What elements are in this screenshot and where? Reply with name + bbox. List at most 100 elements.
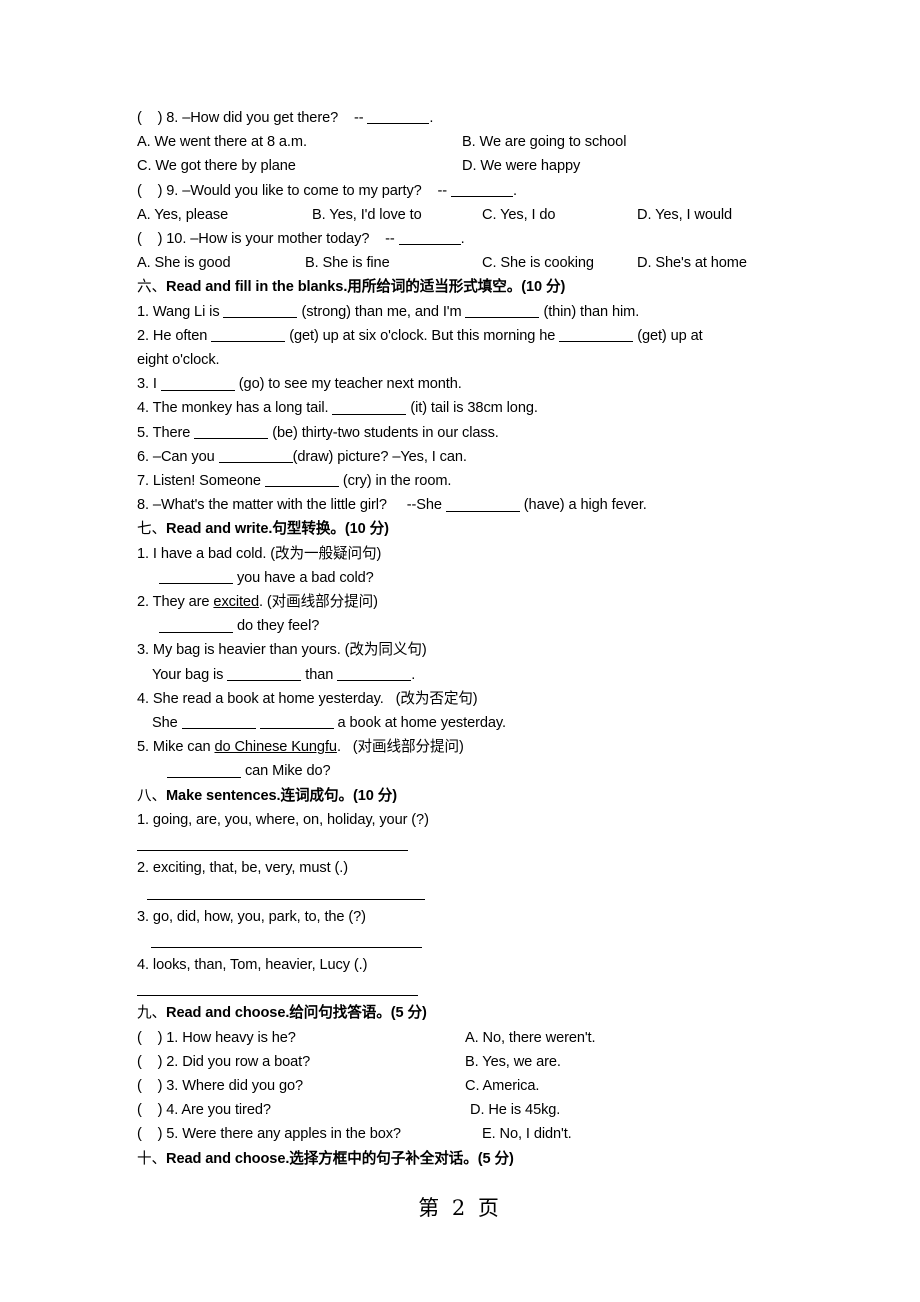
- question-9-blank[interactable]: [450, 182, 513, 198]
- section-6-item-7: 7. Listen! Someone (cry) in the room.: [137, 469, 787, 493]
- question-10-stem-prefix: ( ) 10. –How is your mother today? --: [137, 230, 399, 247]
- section-6-item-7-text-a: 7. Listen! Someone: [137, 472, 265, 489]
- question-9-option-b[interactable]: B. Yes, I'd love to: [312, 203, 422, 227]
- section-7-item-4-blank-2[interactable]: [259, 715, 334, 730]
- section-6-item-6-text-b: (draw) picture? –Yes, I can.: [292, 448, 467, 465]
- question-9-options-row-1: A. Yes, please B. Yes, I'd love to C. Ye…: [137, 203, 787, 227]
- question-8-blank[interactable]: [367, 110, 430, 125]
- section-7-item-3-answer: Your bag is than .: [137, 663, 787, 687]
- section-7-item-2-answer-text: do they feel?: [233, 618, 320, 635]
- question-8-option-b[interactable]: B. We are going to school: [462, 130, 626, 154]
- section-7-item-2-blank[interactable]: [159, 618, 233, 633]
- section-9-points: (5 分): [390, 1005, 427, 1022]
- section-7-item-5-blank[interactable]: [167, 763, 241, 778]
- section-8-item-4-prompt: 4. looks, than, Tom, heavier, Lucy (.): [137, 957, 368, 973]
- section-8-item-1-answer-line[interactable]: [137, 832, 787, 856]
- section-6-item-2-blank-2[interactable]: [559, 327, 634, 343]
- section-9-title-en: Read and choose.: [166, 1005, 290, 1022]
- section-7-item-1-blank[interactable]: [159, 569, 233, 585]
- exam-page: ( ) 8. –How did you get there? -- . A. W…: [0, 0, 920, 1302]
- question-10-option-d[interactable]: D. She's at home: [637, 251, 747, 275]
- section-8-title-cn: 连词成句。: [280, 787, 354, 804]
- answer-rule: [147, 898, 425, 900]
- question-10-stem: ( ) 10. –How is your mother today? -- .: [137, 227, 787, 251]
- section-6-heading: 六、Read and fill in the blanks.用所给词的适当形式填…: [137, 275, 787, 299]
- section-6-item-3-blank-1[interactable]: [160, 376, 235, 391]
- section-9-answer-e[interactable]: E. No, I didn't.: [482, 1122, 572, 1146]
- section-9-question-3[interactable]: ( ) 3. Where did you go?: [137, 1074, 303, 1098]
- question-9-stem-suffix: .: [512, 182, 517, 199]
- section-7-item-5-prompt-underlined: do Chinese Kungfu: [214, 739, 337, 756]
- section-9-question-1[interactable]: ( ) 1. How heavy is he?: [137, 1026, 296, 1050]
- section-8-points: (10 分): [353, 787, 398, 804]
- section-9-question-5[interactable]: ( ) 5. Were there any apples in the box?: [137, 1122, 401, 1146]
- section-7-item-5-prompt-post: . (对画线部分提问): [336, 739, 464, 756]
- section-6-item-1-text-c: (thin) than him.: [539, 303, 640, 320]
- section-6-item-8-text-b: (have) a high fever.: [519, 497, 647, 514]
- section-9-answer-c[interactable]: C. America.: [465, 1074, 539, 1098]
- question-9-option-a[interactable]: A. Yes, please: [137, 203, 228, 227]
- section-9-title-cn: 给问句找答语。: [289, 1005, 391, 1022]
- section-7-heading: 七、Read and write.句型转换。(10 分): [137, 517, 787, 541]
- section-7-item-1-answer-text: you have a bad cold?: [233, 569, 374, 586]
- section-8-item-4-answer-line[interactable]: [137, 977, 787, 1001]
- section-9-answer-a[interactable]: A. No, there weren't.: [465, 1026, 596, 1050]
- question-9-option-c[interactable]: C. Yes, I do: [482, 203, 556, 227]
- section-6-item-4-blank-1[interactable]: [332, 400, 407, 415]
- section-6-item-1-blank-1[interactable]: [223, 303, 298, 319]
- section-10-heading: 十、Read and choose.选择方框中的句子补全对话。(5 分): [137, 1147, 787, 1171]
- section-7-item-3-blank-1[interactable]: [227, 666, 302, 682]
- question-8-option-d[interactable]: D. We were happy: [462, 154, 580, 178]
- section-6-item-5-blank-1[interactable]: [194, 424, 269, 440]
- section-7-item-3-answer-mid: than: [301, 666, 338, 683]
- section-8-item-3-answer-line[interactable]: [137, 929, 787, 953]
- section-6-item-7-blank-1[interactable]: [264, 473, 339, 488]
- section-7-item-5-answer: can Mike do?: [137, 759, 787, 783]
- match-row: ( ) 1. How heavy is he? A. No, there wer…: [137, 1026, 787, 1050]
- section-6-item-5: 5. There (be) thirty-two students in our…: [137, 421, 787, 445]
- question-8-option-c[interactable]: C. We got there by plane: [137, 154, 296, 178]
- section-6-item-4-text-b: (it) tail is 38cm long.: [406, 400, 538, 417]
- answer-rule: [137, 995, 418, 997]
- question-9-stem-prefix: ( ) 9. –Would you like to come to my par…: [137, 182, 451, 199]
- question-10-blank[interactable]: [398, 231, 461, 246]
- section-6-item-1-blank-2[interactable]: [465, 303, 540, 319]
- section-9-question-4[interactable]: ( ) 4. Are you tired?: [137, 1098, 271, 1122]
- section-8-item-2-answer-line[interactable]: [137, 880, 787, 904]
- section-6-item-1: 1. Wang Li is (strong) than me, and I'm …: [137, 300, 787, 324]
- section-6-item-6-blank-1[interactable]: [218, 448, 293, 464]
- question-10-stem-suffix: .: [460, 230, 465, 247]
- section-6-item-6-text-a: 6. –Can you: [137, 448, 219, 465]
- question-10-option-a[interactable]: A. She is good: [137, 251, 231, 275]
- section-8-item-3-prompt: 3. go, did, how, you, park, to, the (?): [137, 908, 366, 925]
- match-row: ( ) 2. Did you row a boat? B. Yes, we ar…: [137, 1050, 787, 1074]
- question-8-option-a[interactable]: A. We went there at 8 a.m.: [137, 130, 307, 154]
- section-7-item-2-answer: do they feel?: [137, 614, 787, 638]
- answer-rule: [151, 947, 422, 948]
- section-6-item-1-text-b: (strong) than me, and I'm: [297, 303, 466, 320]
- section-8-item-2-prompt: 2. exciting, that, be, very, must (.): [137, 860, 348, 877]
- section-7-title-en: Read and write.: [166, 521, 273, 538]
- section-6-item-2-blank-1[interactable]: [211, 327, 286, 343]
- question-9-option-d[interactable]: D. Yes, I would: [637, 203, 732, 227]
- section-6-item-5-text-a: 5. There: [137, 424, 195, 441]
- section-7-item-2-prompt-pre: 2. They are: [137, 594, 214, 610]
- section-6-item-8-blank-1[interactable]: [445, 497, 520, 512]
- section-9-answer-d[interactable]: D. He is 45kg.: [470, 1098, 560, 1122]
- section-10-points: (5 分): [477, 1150, 514, 1167]
- section-6-points: (10 分): [521, 279, 566, 296]
- question-9-stem: ( ) 9. –Would you like to come to my par…: [137, 179, 787, 203]
- section-6-item-2-text-b: (get) up at six o'clock. But this mornin…: [285, 327, 560, 344]
- section-7-item-4-blank-1[interactable]: [181, 715, 256, 730]
- question-10-option-c[interactable]: C. She is cooking: [482, 251, 594, 275]
- section-7-title-cn: 句型转换。: [272, 521, 345, 538]
- section-8-number: 八、: [137, 787, 166, 804]
- section-9-question-2[interactable]: ( ) 2. Did you row a boat?: [137, 1050, 310, 1074]
- section-6-item-2-continued: eight o'clock.: [137, 351, 220, 368]
- section-6-item-4: 4. The monkey has a long tail. (it) tail…: [137, 396, 787, 420]
- section-6-item-4-text-a: 4. The monkey has a long tail.: [137, 400, 333, 417]
- section-6-title-cn: 用所给词的适当形式填空。: [347, 279, 522, 296]
- section-9-answer-b[interactable]: B. Yes, we are.: [465, 1050, 561, 1074]
- section-7-item-3-blank-2[interactable]: [337, 666, 412, 682]
- question-10-option-b[interactable]: B. She is fine: [305, 251, 390, 275]
